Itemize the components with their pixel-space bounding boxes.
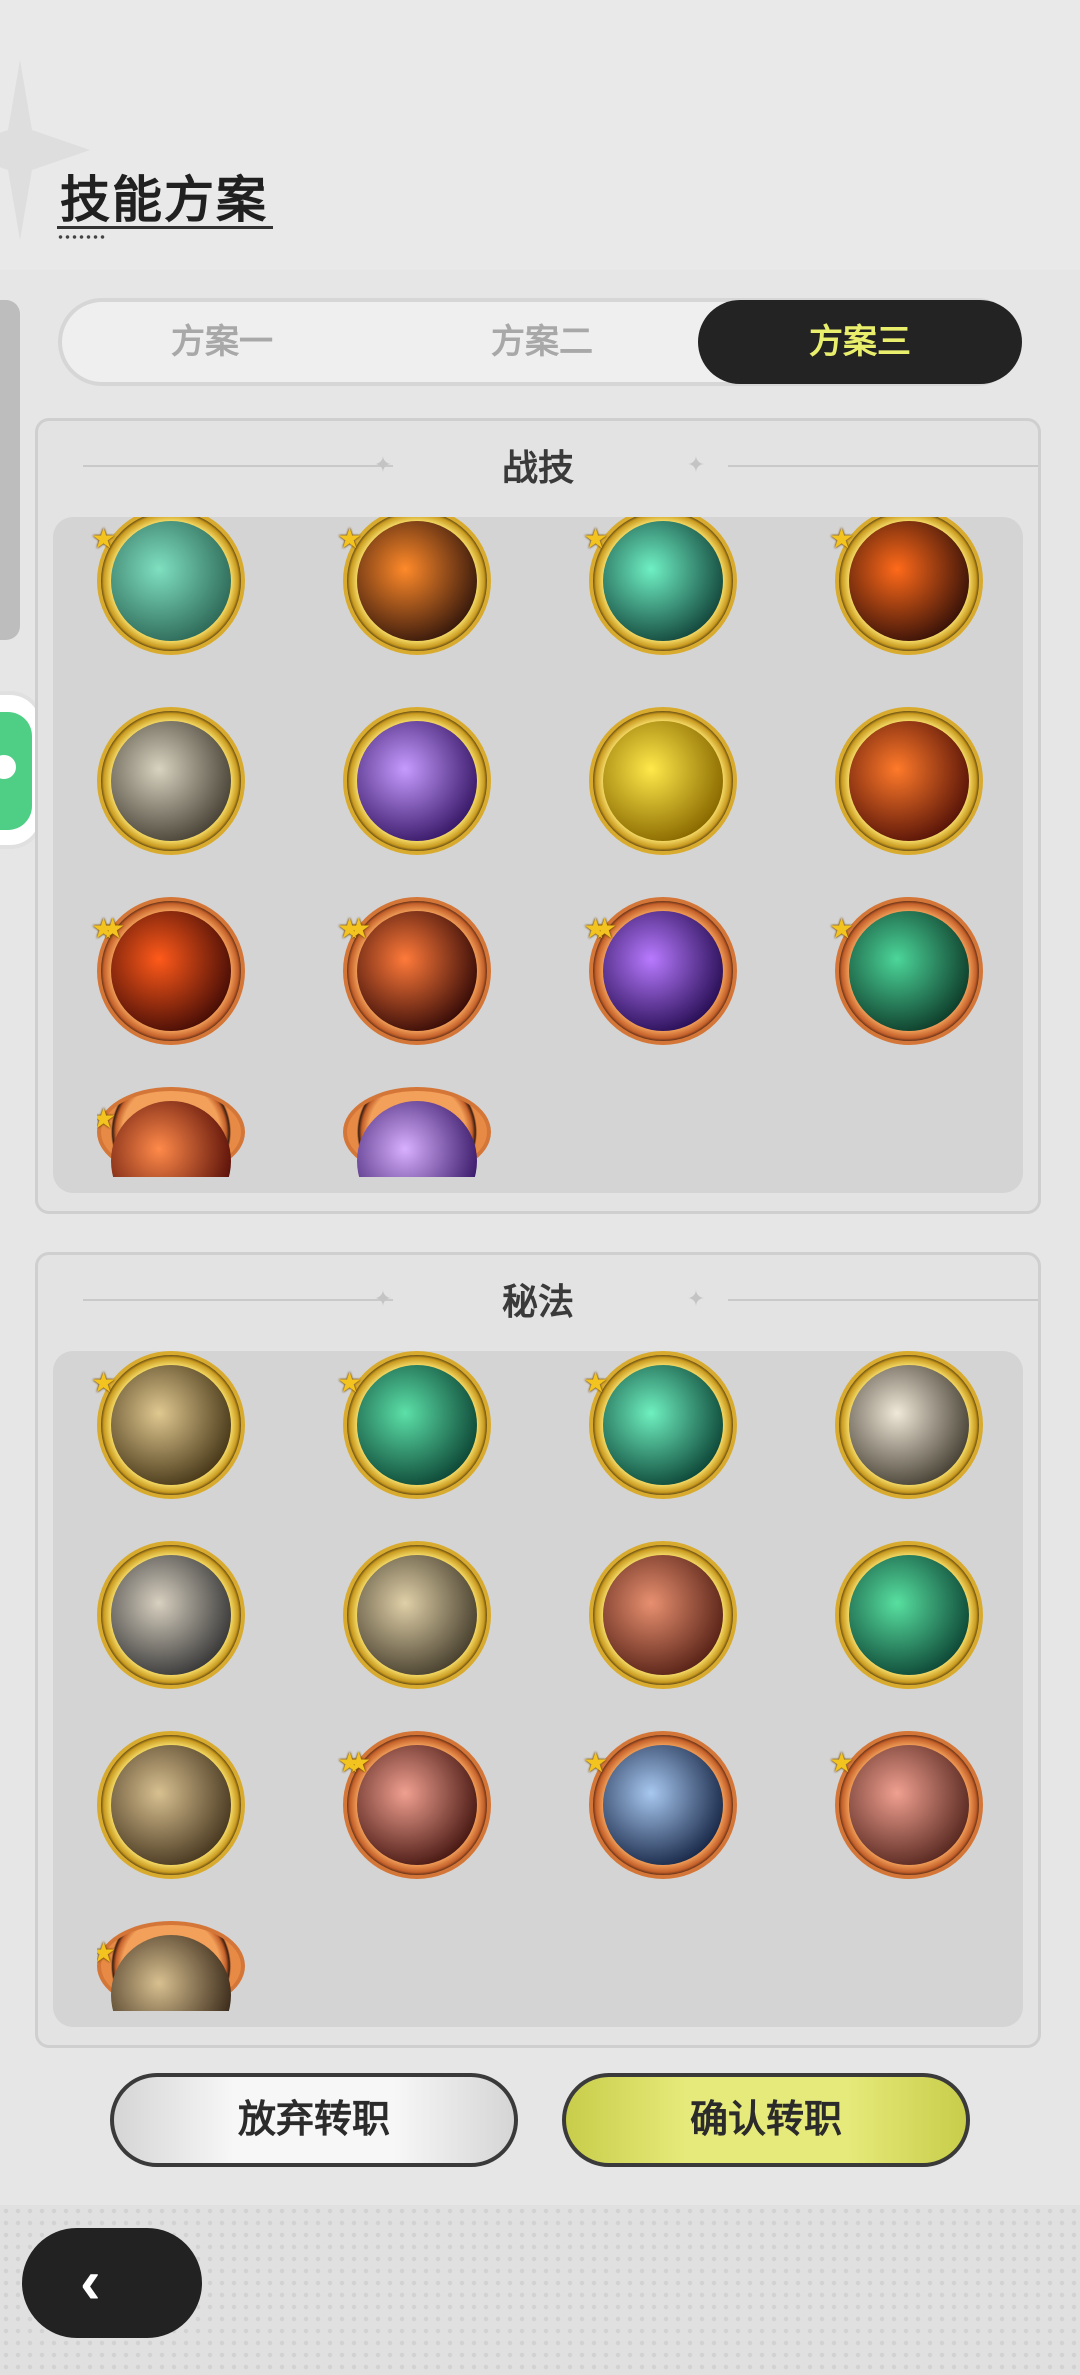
combat-skill-slot[interactable]: ★★ <box>337 897 491 1045</box>
back-arrow-icon: ‹ <box>80 2248 101 2317</box>
tab-plan-3[interactable]: 方案三 <box>698 300 1022 384</box>
arcane-skill-slot[interactable] <box>97 1731 245 1879</box>
dagger-icon <box>849 1365 969 1485</box>
fire-strike-icon <box>357 911 477 1031</box>
tab-plan-1[interactable]: 方案一 <box>62 302 382 382</box>
confirm-class-change-button[interactable]: 确认转职 <box>562 2073 970 2167</box>
web-icon <box>111 521 231 641</box>
fire-swirl-icon <box>111 911 231 1031</box>
star-rank-icon: ★ <box>829 1747 855 1778</box>
star-rank-icon: ★ <box>337 1367 363 1398</box>
arcane-skill-slot[interactable] <box>343 1541 491 1689</box>
star-rank-icon: ★ <box>91 523 117 554</box>
red-armor-icon <box>603 1555 723 1675</box>
star-rank-icon: ★★ <box>91 913 125 944</box>
combat-skill-slot[interactable]: ★ <box>337 517 491 655</box>
green-swirl-icon <box>849 911 969 1031</box>
star-rank-icon: ★ <box>583 1747 609 1778</box>
abandon-class-change-button[interactable]: 放弃转职 <box>110 2073 518 2167</box>
arcane-skill-slot[interactable]: ★ <box>97 1921 245 2011</box>
arcane-skill-slot[interactable]: ★ <box>583 1351 737 1499</box>
arcane-skill-slot[interactable] <box>835 1541 983 1689</box>
ghost-icon <box>603 911 723 1031</box>
red-flower-icon <box>849 1745 969 1865</box>
combat-skill-slot[interactable] <box>835 707 983 855</box>
fire-ring-icon <box>849 521 969 641</box>
star-rank-icon: ★ <box>97 1937 117 1968</box>
side-drawer-handle[interactable] <box>0 300 20 640</box>
leaf-icon <box>357 1555 477 1675</box>
star-rank-icon: ★★ <box>337 1747 371 1778</box>
arcane-skill-slot[interactable]: ★ <box>91 1351 245 1499</box>
arcane-skill-slot[interactable]: ★★ <box>337 1731 491 1879</box>
shield-up-icon <box>603 721 723 841</box>
title-underline <box>57 226 273 229</box>
star-rank-icon: ★ <box>337 523 363 554</box>
arcane-skill-slot[interactable] <box>97 1541 245 1689</box>
header-rule-right <box>728 465 1038 467</box>
combat-skill-slot[interactable]: ★ <box>97 1087 245 1177</box>
star-rank-icon: ★ <box>583 1367 609 1398</box>
arcane-skill-grid: ★ ★ ★ ★★ ★ ★ ★ <box>53 1351 1023 2027</box>
sword-burst-icon <box>603 521 723 641</box>
heart-heal-icon <box>357 1365 477 1485</box>
arcane-skill-slot[interactable] <box>589 1541 737 1689</box>
back-button[interactable] <box>22 2228 202 2338</box>
green-leaf-icon <box>849 1555 969 1675</box>
arcane-skill-slot[interactable]: ★ <box>337 1351 491 1499</box>
arcane-skills-panel: ✦ 秘法 ✦ ★ ★ ★ ★★ ★ ★ ★ <box>35 1252 1041 2048</box>
combat-skill-slot[interactable]: ★★ <box>583 897 737 1045</box>
combat-skill-slot[interactable] <box>343 707 491 855</box>
kick-icon <box>111 1745 231 1865</box>
purple-flame-icon <box>357 721 477 841</box>
green-sword-icon <box>603 1365 723 1485</box>
arcane-skill-slot[interactable]: ★ <box>829 1731 983 1879</box>
arcane-skill-slot[interactable] <box>835 1351 983 1499</box>
fire-seal-icon <box>849 721 969 841</box>
star-rank-icon: ★ <box>583 523 609 554</box>
star-rank-icon: ★ <box>91 1367 117 1398</box>
star-rank-icon: ★★ <box>337 913 371 944</box>
page-title: 技能方案 <box>60 172 268 228</box>
star-rank-icon: ★ <box>829 523 855 554</box>
armor-icon <box>111 1365 231 1485</box>
combat-skill-slot[interactable] <box>97 707 245 855</box>
combat-skill-slot[interactable]: ★ <box>829 897 983 1045</box>
star-rank-icon: ★ <box>97 1103 117 1134</box>
title-dots <box>57 235 107 239</box>
tab-plan-2[interactable]: 方案二 <box>382 302 702 382</box>
flame-slash-icon <box>357 521 477 641</box>
combat-skill-slot[interactable]: ★ <box>583 517 737 655</box>
runner-icon <box>111 1555 231 1675</box>
combat-skill-slot[interactable] <box>343 1087 491 1177</box>
combat-panel-header: ✦ 战技 ✦ <box>38 421 1038 511</box>
star-rank-icon: ★★ <box>583 913 617 944</box>
arcane-panel-header: ✦ 秘法 ✦ <box>38 1255 1038 1345</box>
combat-skill-slot[interactable]: ★★ <box>91 897 245 1045</box>
red-slash-icon <box>357 1745 477 1865</box>
combat-skill-slot[interactable]: ★ <box>829 517 983 655</box>
header-rule-right <box>728 1299 1038 1301</box>
combat-skills-panel: ✦ 战技 ✦ ★ ★ ★ ★ ★★ ★★ ★★ ★ ★ <box>35 418 1041 1214</box>
combat-skill-slot[interactable] <box>589 707 737 855</box>
combat-skill-slot[interactable]: ★ <box>91 517 245 655</box>
crown-shield-icon <box>603 1745 723 1865</box>
header-diamond-right-icon: ✦ <box>686 1286 706 1311</box>
plan-tabs: 方案一 方案二 方案三 <box>58 298 1022 386</box>
whirlwind-icon <box>111 721 231 841</box>
arcane-skill-slot[interactable]: ★ <box>583 1731 737 1879</box>
header-diamond-right-icon: ✦ <box>686 452 706 477</box>
combat-skill-grid: ★ ★ ★ ★ ★★ ★★ ★★ ★ ★ <box>53 517 1023 1193</box>
star-rank-icon: ★ <box>829 913 855 944</box>
